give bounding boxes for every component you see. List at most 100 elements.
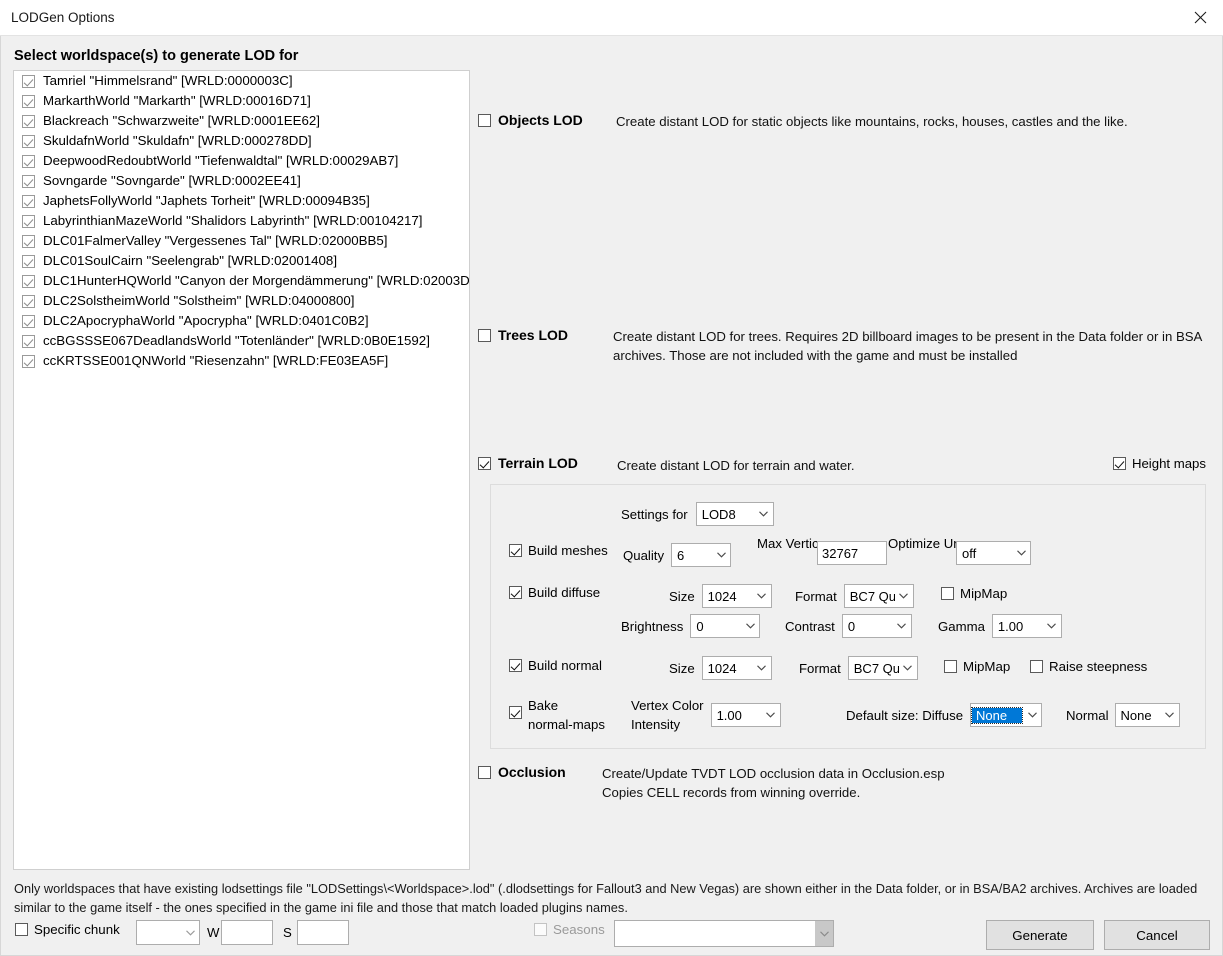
contrast-value: 0	[847, 618, 856, 634]
occlusion-description-line1: Create/Update TVDT LOD occlusion data in…	[602, 766, 945, 781]
seasons-select[interactable]	[614, 920, 834, 947]
specific-chunk-checkbox[interactable]: Specific chunk	[15, 922, 120, 937]
cancel-button[interactable]: Cancel	[1104, 920, 1210, 950]
worldspace-item-checkbox	[22, 154, 35, 168]
worldspace-list-item[interactable]: LabyrinthianMazeWorld "Shalidors Labyrin…	[14, 211, 469, 231]
occlusion-description-line2: Copies CELL records from winning overrid…	[602, 785, 861, 800]
height-maps-checkbox[interactable]: Height maps	[1112, 456, 1206, 471]
diffuse-format-field: Format BC7 Qu	[795, 584, 914, 608]
chevron-down-icon	[1023, 712, 1041, 718]
worldspace-item-label: DLC01FalmerValley "Vergessenes Tal" [WRL…	[43, 233, 388, 248]
worldspace-heading: Select worldspace(s) to generate LOD for	[14, 48, 299, 64]
worldspace-list-item[interactable]: ccBGSSSE067DeadlandsWorld "Totenländer" …	[14, 331, 469, 351]
occlusion-description: Create/Update TVDT LOD occlusion data in…	[602, 764, 1162, 802]
normal-mipmap-checkbox-box	[944, 660, 957, 673]
worldspace-list-item[interactable]: ccKRTSSE001QNWorld "Riesenzahn" [WRLD:FE…	[14, 351, 469, 371]
normal-size-field: Size 1024	[669, 656, 772, 680]
trees-lod-checkbox[interactable]: Trees LOD	[478, 327, 568, 343]
gamma-select[interactable]: 1.00	[991, 614, 1062, 638]
vertex-color-intensity-select[interactable]: 1.00	[710, 703, 781, 727]
diffuse-mipmap-label: MipMap	[960, 586, 1008, 601]
diffuse-mipmap-checkbox-box	[941, 587, 954, 600]
occlusion-checkbox[interactable]: Occlusion	[478, 764, 566, 780]
bake-normal-maps-checkbox[interactable]: Bake normal-maps	[509, 696, 605, 734]
settings-for-row: Settings for LOD8	[621, 502, 774, 526]
raise-steepness-checkbox[interactable]: Raise steepness	[1030, 659, 1147, 674]
default-size-diffuse-field: Default size: Diffuse None	[846, 703, 1043, 727]
worldspace-item-label: ccBGSSSE067DeadlandsWorld "Totenländer" …	[43, 333, 430, 348]
s-input[interactable]	[297, 920, 349, 945]
worldspace-item-label: SkuldafnWorld "Skuldafn" [WRLD:000278DD]	[43, 133, 312, 148]
chevron-down-icon	[815, 921, 833, 946]
max-vertices-input[interactable]	[817, 541, 887, 565]
build-diffuse-label: Build diffuse	[528, 585, 601, 600]
optimize-unseen-value: off	[962, 545, 977, 561]
build-diffuse-checkbox[interactable]: Build diffuse	[509, 585, 600, 600]
worldspace-list-item[interactable]: DLC2SolstheimWorld "Solstheim" [WRLD:040…	[14, 291, 469, 311]
worldspace-item-label: Blackreach "Schwarzweite" [WRLD:0001EE62…	[43, 113, 320, 128]
seasons-checkbox[interactable]: Seasons	[534, 922, 605, 937]
build-normal-checkbox[interactable]: Build normal	[509, 658, 602, 673]
worldspace-list-item[interactable]: MarkarthWorld "Markarth" [WRLD:00016D71]	[14, 91, 469, 111]
contrast-select[interactable]: 0	[841, 614, 912, 638]
default-size-normal-select[interactable]: None	[1114, 703, 1180, 727]
worldspace-item-checkbox	[22, 294, 35, 308]
normal-size-select[interactable]: 1024	[701, 656, 772, 680]
worldspace-item-checkbox	[22, 254, 35, 268]
optimize-unseen-select[interactable]: off	[956, 541, 1031, 565]
objects-lod-description: Create distant LOD for static objects li…	[616, 114, 1128, 129]
diffuse-size-select[interactable]: 1024	[701, 584, 772, 608]
normal-mipmap-checkbox[interactable]: MipMap	[944, 659, 1010, 674]
terrain-lod-description: Create distant LOD for terrain and water…	[617, 458, 855, 473]
raise-steepness-checkbox-box	[1030, 660, 1043, 673]
worldspace-list-item[interactable]: Sovngarde "Sovngarde" [WRLD:0002EE41]	[14, 171, 469, 191]
close-icon[interactable]	[1177, 0, 1223, 35]
bake-normal-maps-label-line2: normal-maps	[528, 717, 605, 732]
worldspace-item-label: Tamriel "Himmelsrand" [WRLD:0000003C]	[43, 73, 293, 88]
w-input[interactable]	[221, 920, 273, 945]
worldspace-list-item[interactable]: DLC1HunterHQWorld "Canyon der Morgendämm…	[14, 271, 469, 291]
worldspace-list-item[interactable]: DLC01SoulCairn "Seelengrab" [WRLD:020014…	[14, 251, 469, 271]
quality-field: Quality 6	[623, 543, 732, 567]
diffuse-mipmap-checkbox[interactable]: MipMap	[941, 586, 1007, 601]
worldspace-item-checkbox	[22, 214, 35, 228]
objects-lod-checkbox[interactable]: Objects LOD	[478, 112, 583, 128]
worldspace-item-checkbox	[22, 94, 35, 108]
worldspace-list-item[interactable]: SkuldafnWorld "Skuldafn" [WRLD:000278DD]	[14, 131, 469, 151]
optimize-unseen-field: Optimize Unseen off	[888, 535, 1031, 565]
vertex-color-intensity-field: Vertex Color Intensity 1.00	[631, 696, 781, 734]
chevron-down-icon	[1161, 712, 1179, 718]
chevron-down-icon	[712, 552, 730, 558]
worldspace-item-label: DeepwoodRedoubtWorld "Tiefenwaldtal" [WR…	[43, 153, 399, 168]
worldspace-list-item[interactable]: Tamriel "Himmelsrand" [WRLD:0000003C]	[14, 71, 469, 91]
build-meshes-checkbox[interactable]: Build meshes	[509, 543, 608, 558]
generate-button[interactable]: Generate	[986, 920, 1094, 950]
chunk-select[interactable]	[136, 920, 200, 945]
settings-for-label: Settings for	[621, 506, 688, 522]
worldspace-list-item[interactable]: DLC2ApocryphaWorld "Apocrypha" [WRLD:040…	[14, 311, 469, 331]
brightness-select[interactable]: 0	[690, 614, 761, 638]
worldspace-item-label: DLC2ApocryphaWorld "Apocrypha" [WRLD:040…	[43, 313, 369, 328]
terrain-lod-checkbox[interactable]: Terrain LOD	[478, 455, 578, 471]
raise-steepness-label: Raise steepness	[1049, 659, 1148, 674]
diffuse-size-field: Size 1024	[669, 584, 772, 608]
chevron-down-icon	[899, 665, 917, 671]
settings-for-select[interactable]: LOD8	[695, 502, 774, 526]
worldspace-list[interactable]: Tamriel "Himmelsrand" [WRLD:0000003C] Mar…	[13, 70, 470, 870]
dialog-body: Select worldspace(s) to generate LOD for…	[0, 36, 1223, 956]
normal-format-select[interactable]: BC7 Qu	[847, 656, 918, 680]
worldspace-list-item[interactable]: DLC01FalmerValley "Vergessenes Tal" [WRL…	[14, 231, 469, 251]
worldspace-list-item[interactable]: Blackreach "Schwarzweite" [WRLD:0001EE62…	[14, 111, 469, 131]
worldspace-list-item[interactable]: JaphetsFollyWorld "Japhets Torheit" [WRL…	[14, 191, 469, 211]
worldspace-item-checkbox	[22, 334, 35, 348]
worldspace-item-label: ccKRTSSE001QNWorld "Riesenzahn" [WRLD:FE…	[43, 353, 389, 368]
normal-mipmap-label: MipMap	[963, 659, 1011, 674]
default-size-diffuse-select[interactable]: None	[970, 703, 1043, 727]
default-size-label: Default size: Diffuse	[846, 707, 964, 723]
chevron-down-icon	[741, 623, 759, 629]
chevron-down-icon	[181, 929, 199, 936]
quality-select[interactable]: 6	[671, 543, 732, 567]
default-size-normal-field: Normal None	[1066, 703, 1180, 727]
worldspace-list-item[interactable]: DeepwoodRedoubtWorld "Tiefenwaldtal" [WR…	[14, 151, 469, 171]
diffuse-format-select[interactable]: BC7 Qu	[843, 584, 914, 608]
